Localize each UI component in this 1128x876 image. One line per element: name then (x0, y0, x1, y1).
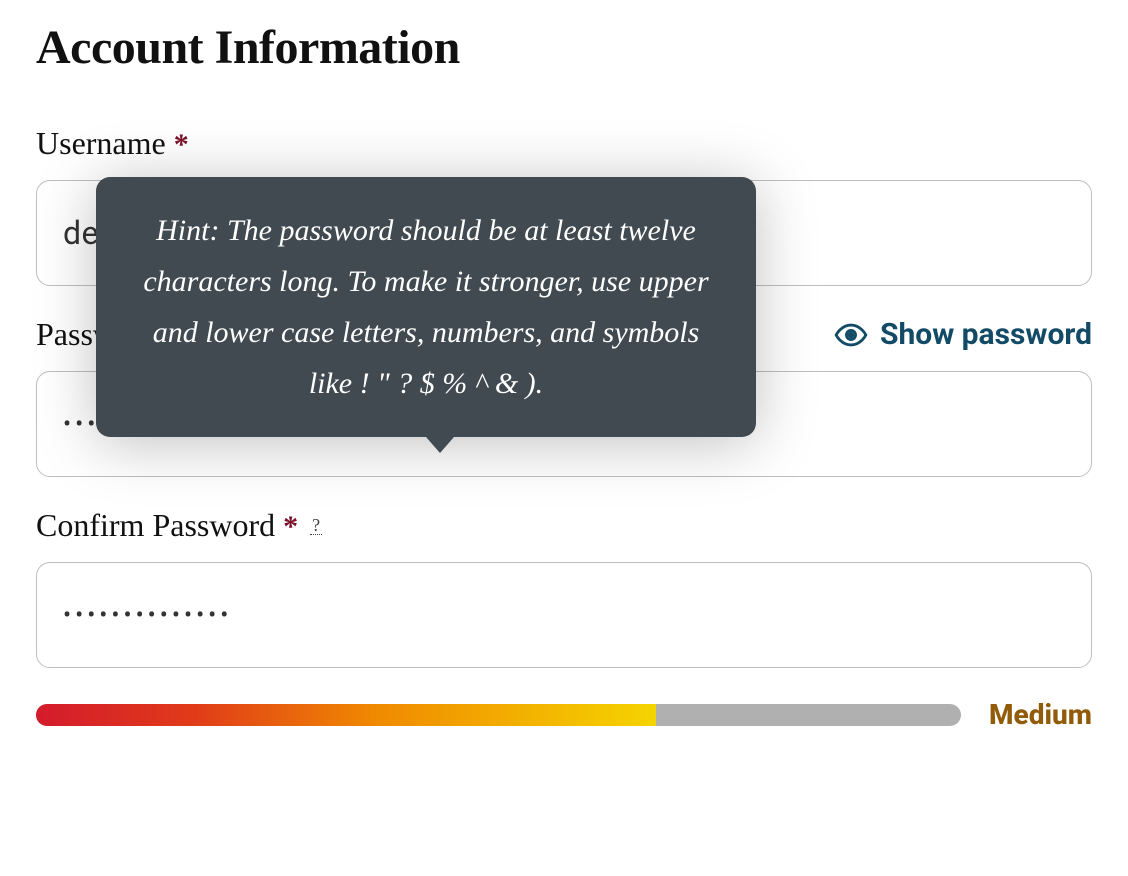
password-hint-tooltip: Hint: The password should be at least tw… (96, 177, 756, 437)
confirm-hint-icon[interactable]: ? (310, 516, 322, 535)
strength-bar (36, 704, 961, 726)
section-title: Account Information (36, 20, 1092, 75)
confirm-password-input[interactable] (36, 562, 1092, 668)
confirm-password-label: Confirm Password (36, 507, 275, 544)
required-star-icon: * (174, 128, 189, 162)
show-password-toggle[interactable]: Show password (834, 317, 1092, 352)
show-password-label: Show password (880, 317, 1092, 352)
confirm-password-field-row: Hint: The password should be at least tw… (36, 507, 1092, 668)
strength-label: Medium (989, 698, 1092, 731)
strength-bar-fill (36, 704, 656, 726)
eye-icon (834, 318, 868, 352)
username-label: Username (36, 125, 166, 162)
required-star-icon: * (283, 510, 298, 544)
password-strength-meter: Medium (36, 698, 1092, 731)
